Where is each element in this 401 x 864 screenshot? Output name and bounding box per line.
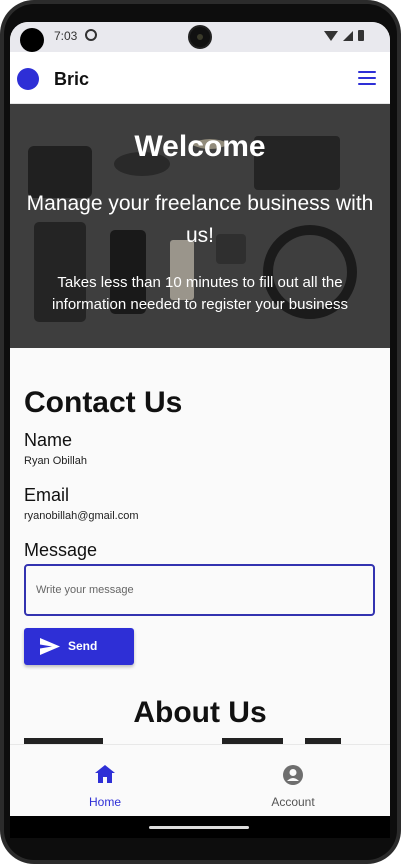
email-label: Email [24,485,70,505]
nav-item-home[interactable]: Home [55,759,155,809]
nav-label-home: Home [88,795,121,809]
message-input[interactable]: Write your message [24,564,375,616]
contact-section: Contact Us Name Ryan Obillah Email ryano… [10,348,390,744]
front-camera [188,25,212,49]
send-button[interactable]: Send [24,628,134,665]
bottom-navigation: Home Account [10,744,390,816]
app-screen: 7:03 Bric Welcome Manage your freelance … [10,22,390,838]
contact-title: Contact Us [24,386,183,419]
status-bar: 7:03 [10,22,390,52]
home-indicator[interactable] [149,826,249,829]
nav-label-account: Account [271,795,315,809]
home-icon [95,765,115,783]
name-value: Ryan Obillah [24,455,87,467]
signal-icon [343,30,353,41]
about-title: About Us [133,696,267,729]
account-icon [283,765,303,785]
brand-title: Bric [54,69,90,89]
status-time: 7:03 [54,29,78,43]
logo-icon[interactable] [17,68,39,90]
settings-gear-icon [85,29,97,41]
nav-item-account[interactable]: Account [243,759,343,809]
send-button-label: Send [68,639,98,653]
camera-cutout [20,28,44,52]
hero-title: Welcome [134,130,266,163]
wifi-icon [324,30,338,41]
message-placeholder: Write your message [36,584,134,596]
hero-subtitle: Manage your freelance business with us! [26,192,374,247]
hero-banner: Welcome Manage your freelance business w… [10,104,390,348]
name-label: Name [24,430,73,450]
message-label: Message [24,540,98,560]
system-icons [324,30,364,41]
send-icon [40,638,60,655]
app-bar: Bric [10,52,390,104]
hamburger-menu-icon[interactable] [358,71,376,85]
email-value: ryanobillah@gmail.com [24,510,139,522]
hero-description: Takes less than 10 minutes to fill out a… [51,274,348,313]
gesture-bar [10,816,390,838]
battery-icon [358,30,364,41]
